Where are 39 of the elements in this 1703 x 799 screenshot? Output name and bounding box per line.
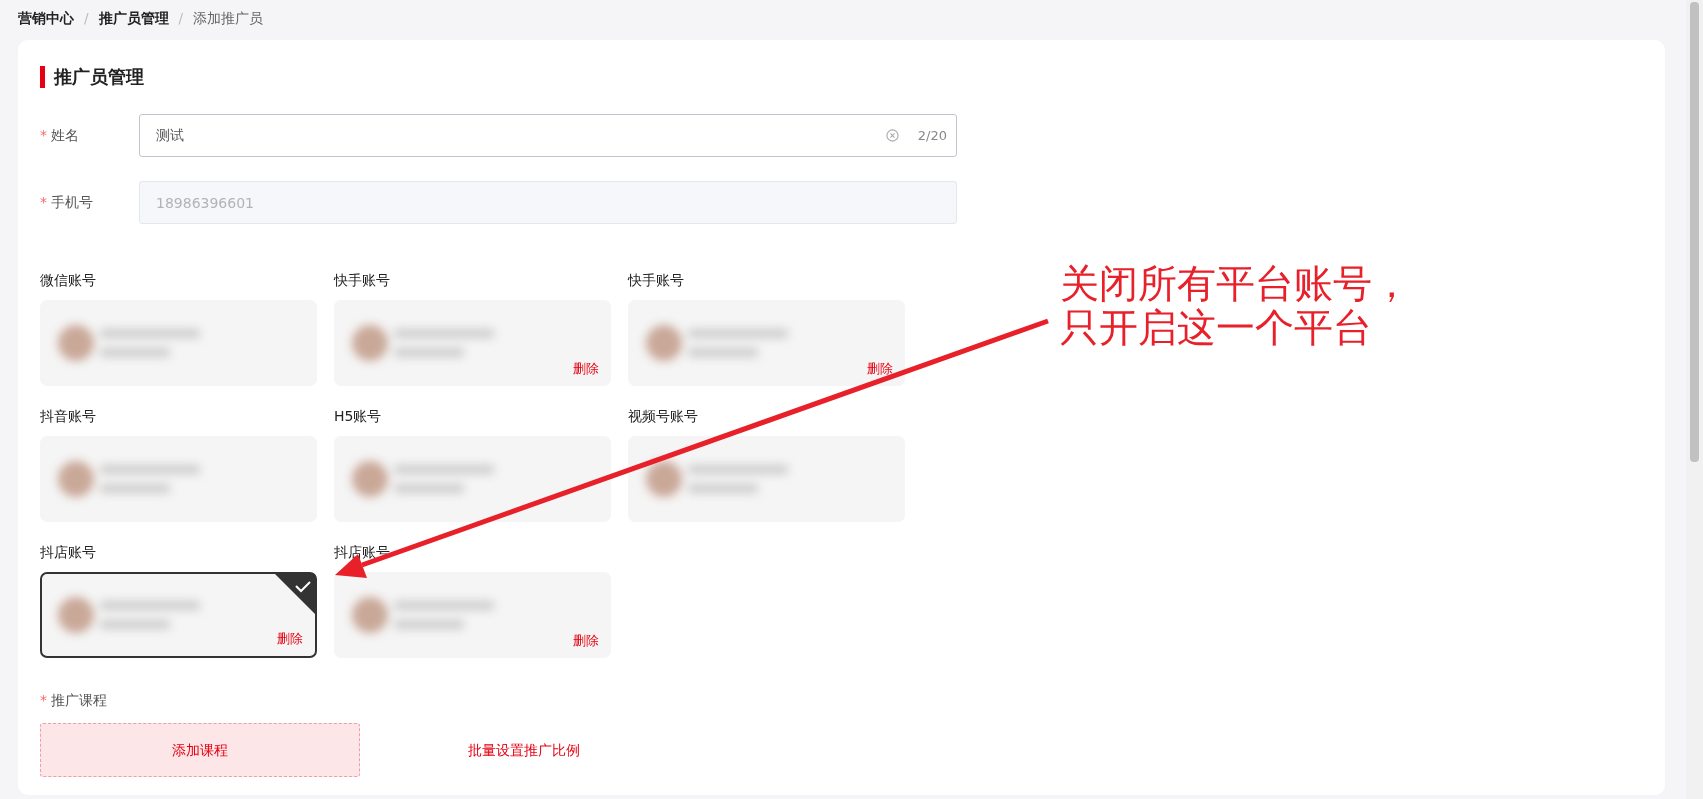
section-title: 推广员管理 — [40, 66, 1643, 88]
account-card[interactable]: 删除 — [628, 300, 905, 386]
breadcrumb-item: 添加推广员 — [193, 8, 264, 28]
breadcrumb-separator: / — [178, 8, 184, 28]
account-card[interactable]: 删除 — [334, 300, 611, 386]
account-card[interactable] — [40, 300, 317, 386]
annotation-text: 只开启这一个平台 — [1060, 306, 1373, 350]
course-label: 推广课程 — [51, 692, 107, 708]
account-card[interactable] — [40, 436, 317, 522]
required-mark: * — [40, 193, 47, 212]
add-course-button[interactable]: 添加课程 — [40, 723, 360, 777]
batch-ratio-link[interactable]: 批量设置推广比例 — [468, 739, 580, 761]
account-label: 微信账号 — [40, 271, 97, 290]
delete-link[interactable]: 删除 — [573, 630, 599, 650]
field-label: 姓名 — [51, 126, 79, 145]
scrollbar[interactable] — [1686, 0, 1703, 799]
annotation-text: 关闭所有平台账号， — [1060, 262, 1411, 306]
account-label: 抖音账号 — [40, 407, 97, 426]
account-label: 视频号账号 — [628, 407, 699, 426]
required-mark: * — [40, 692, 47, 708]
account-card[interactable] — [334, 436, 611, 522]
account-card[interactable]: 删除 — [334, 572, 611, 658]
delete-link[interactable]: 删除 — [573, 358, 599, 378]
breadcrumb-item[interactable]: 推广员管理 — [98, 7, 169, 29]
account-label: 快手账号 — [334, 271, 391, 290]
account-label: 抖店账号 — [40, 543, 97, 562]
required-mark: * — [40, 126, 47, 145]
account-label: H5账号 — [334, 407, 383, 426]
delete-link[interactable]: 删除 — [277, 628, 303, 648]
selected-check-icon — [274, 573, 316, 615]
clear-icon[interactable] — [886, 129, 899, 142]
account-card[interactable]: 删除 — [40, 572, 317, 658]
account-card[interactable] — [628, 436, 905, 522]
breadcrumb-item[interactable]: 营销中心 — [18, 7, 74, 29]
field-label: 手机号 — [51, 193, 93, 212]
delete-link[interactable]: 删除 — [867, 358, 893, 378]
breadcrumb-separator: / — [84, 8, 89, 28]
account-label: 快手账号 — [628, 271, 685, 290]
character-count: 2/20 — [917, 127, 947, 145]
